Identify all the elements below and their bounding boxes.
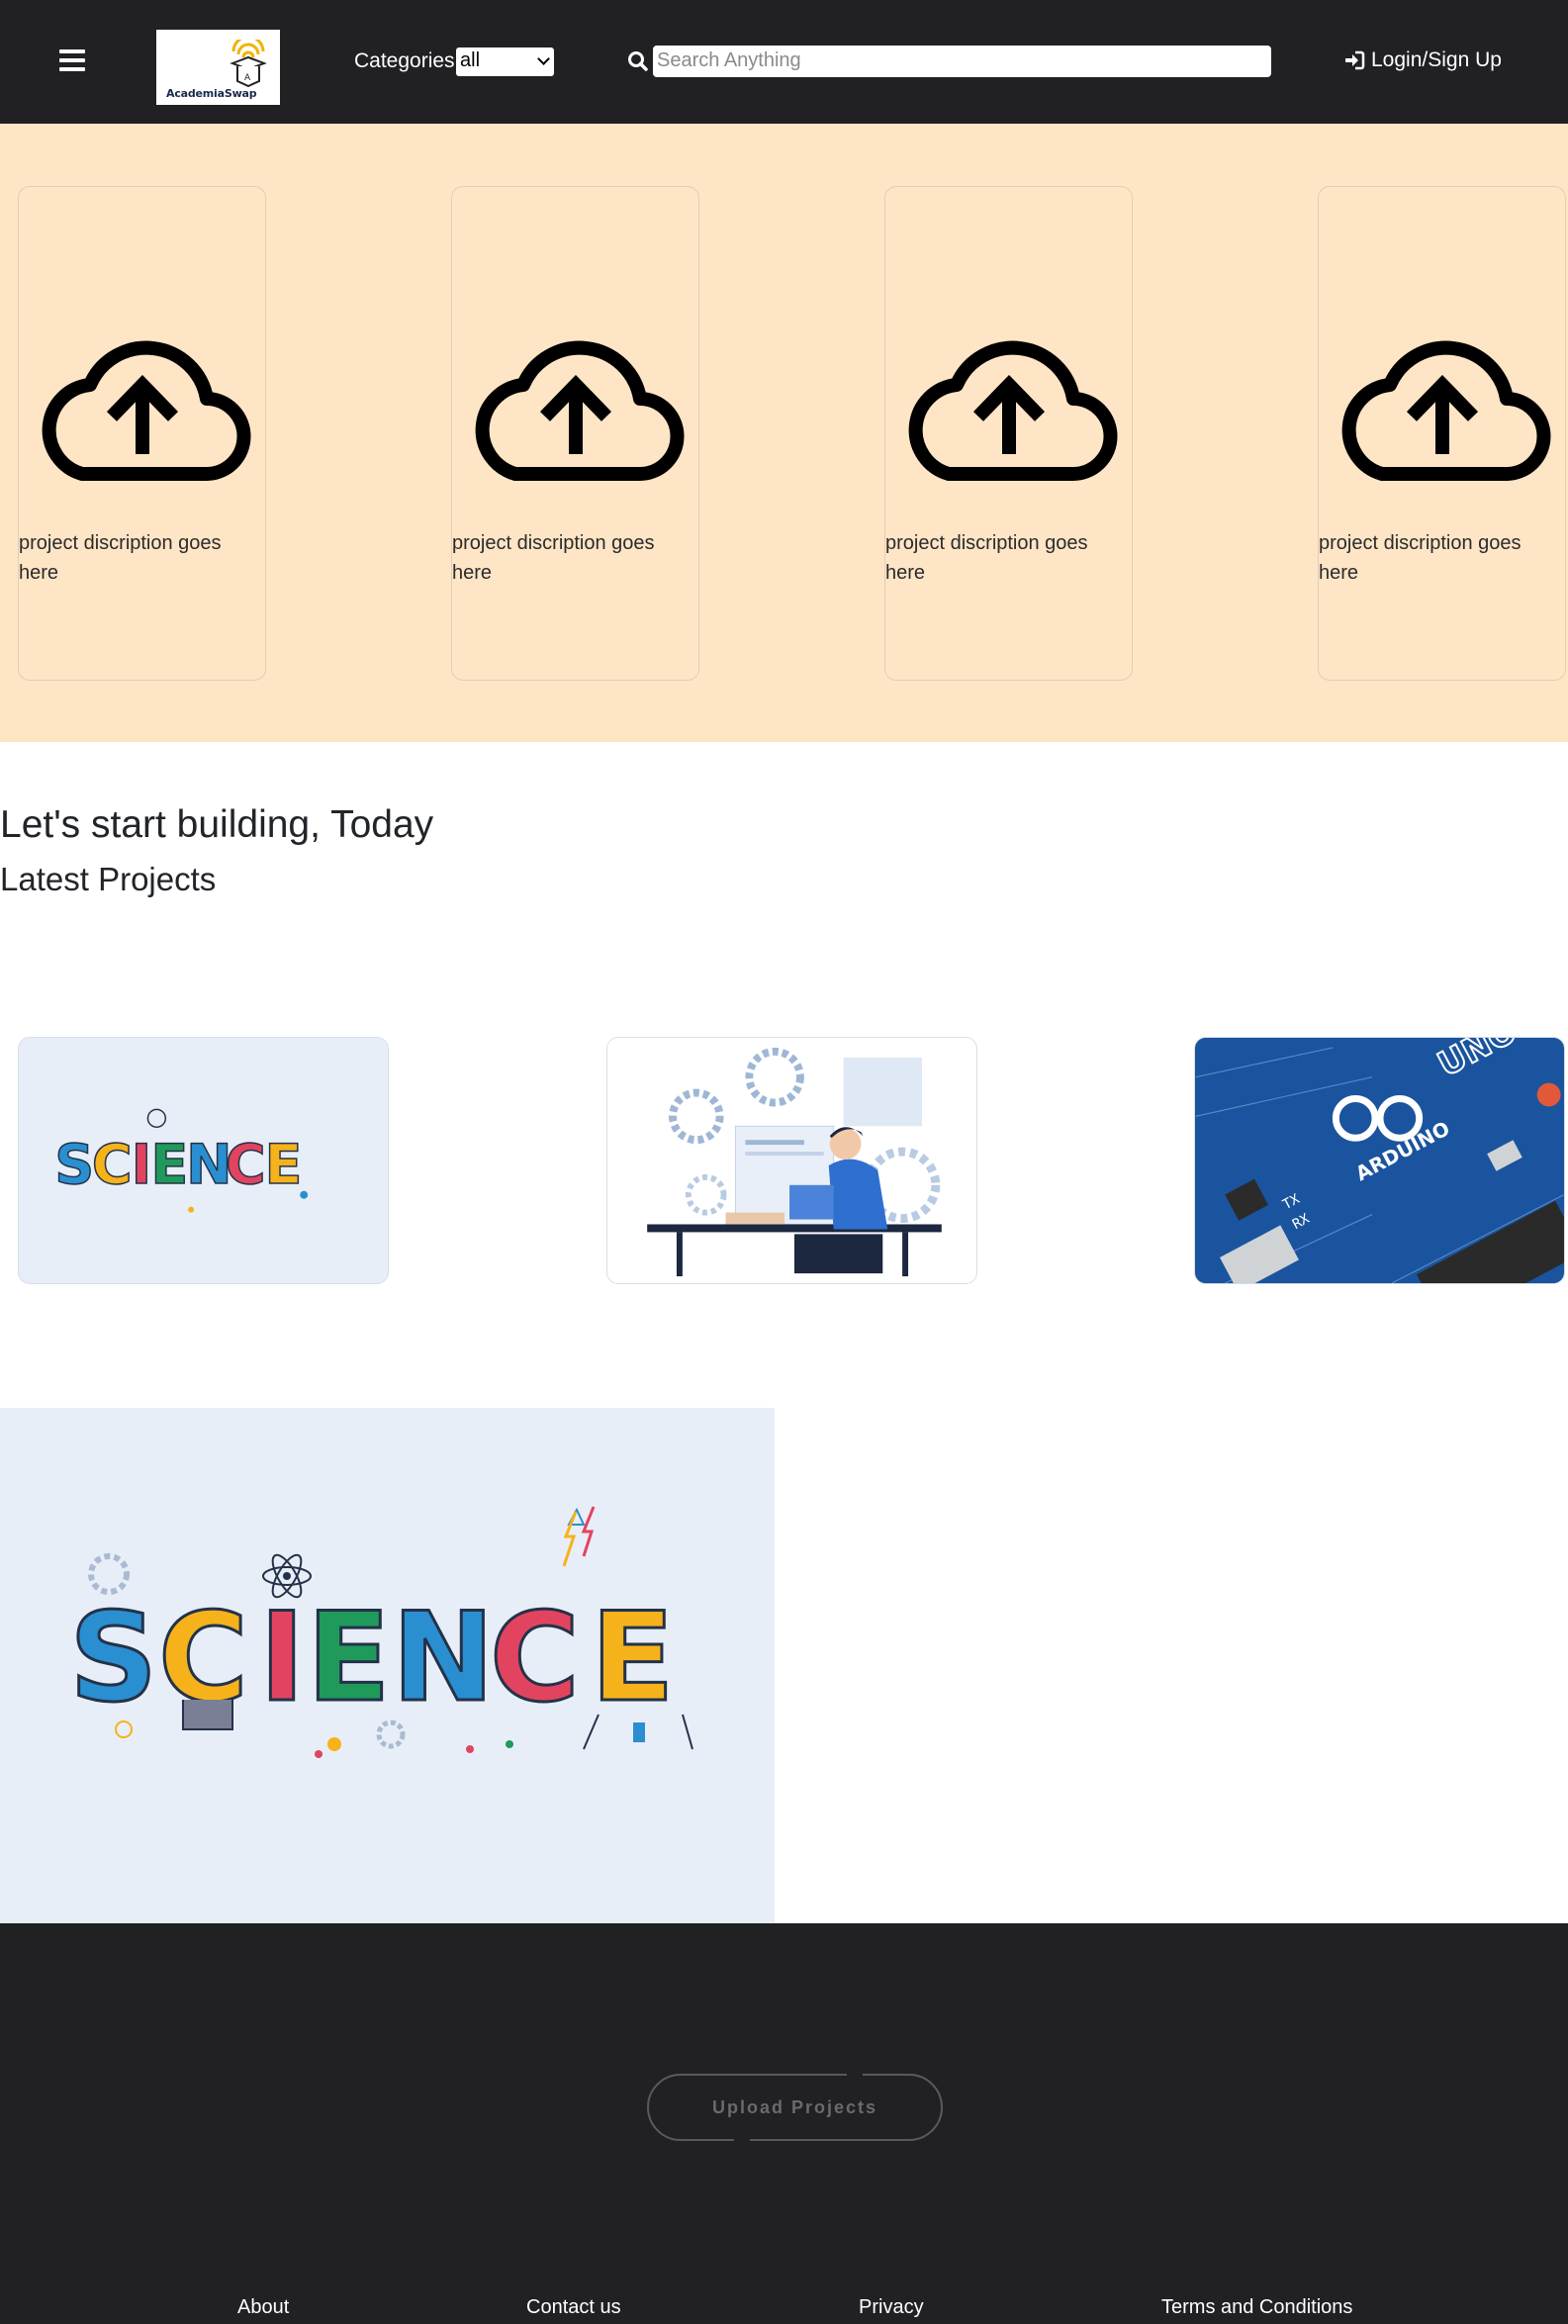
svg-text:C: C [92,1133,133,1197]
categories-select[interactable]: all [456,47,554,76]
project-thumbnail-arduino[interactable]: ARDUINO UNO TX RX [1194,1037,1565,1284]
search-placeholder: Search Anything [657,49,801,71]
latest-projects-heading: Latest Projects [0,861,217,897]
search-icon[interactable] [627,50,649,72]
svg-text:S: S [54,1133,94,1197]
svg-text:E: E [150,1133,188,1197]
footer-link-privacy[interactable]: Privacy [859,2296,924,2319]
cloud-upload-icon [42,340,251,482]
site-footer: Upload Projects About Contact us Privacy… [0,1923,1568,2324]
hero-card-description: project discription goes here [1319,532,1522,584]
svg-text:C: C [226,1133,266,1197]
science-illustration-image: S C I E N C E [0,1408,775,1923]
svg-text:E: E [591,1587,675,1729]
developer-illustration-image [607,1038,976,1283]
cloud-upload-icon [908,340,1118,482]
svg-text:E: E [265,1133,303,1197]
svg-text:A: A [244,73,251,83]
hero-upload-card[interactable]: project discription goes here [1318,186,1566,681]
upload-projects-button[interactable]: Upload Projects [647,2073,943,2142]
project-thumbnail-science[interactable]: S C I E N C E [18,1037,389,1284]
svg-text:S: S [69,1587,157,1729]
arduino-board-image: ARDUINO UNO TX RX [1195,1038,1564,1283]
logo-text: AcademiaSwap [166,87,257,100]
search-input[interactable]: Search Anything [653,46,1271,77]
science-illustration-image: S C I E N C E [19,1038,388,1283]
svg-text:E: E [307,1587,391,1729]
svg-text:N: N [392,1587,495,1729]
top-navbar: A AcademiaSwap Categories all Search Any… [0,0,1568,124]
footer-link-contact[interactable]: Contact us [526,2296,621,2319]
sign-in-icon [1345,50,1365,70]
cloud-upload-icon [1341,340,1551,482]
logo-graduation-icon: A [230,40,267,88]
categories-label: Categories [354,49,455,72]
hero-upload-card[interactable]: project discription goes here [884,186,1133,681]
login-label: Login/Sign Up [1371,48,1502,71]
categories-select-value: all [460,49,481,71]
page-heading: Let's start building, Today [0,803,434,846]
hero-card-description: project discription goes here [452,532,655,584]
hero-section: project discription goes here project di… [0,124,1568,742]
hero-card-description: project discription goes here [885,532,1088,584]
project-thumbnail-developer[interactable] [606,1037,977,1284]
svg-text:C: C [490,1587,580,1729]
hero-card-description: project discription goes here [19,532,222,584]
hero-upload-card[interactable]: project discription goes here [18,186,266,681]
featured-science-image: S C I E N C E [0,1408,775,1923]
footer-link-about[interactable]: About [237,2296,289,2319]
login-signup-button[interactable]: Login/Sign Up [1343,48,1502,72]
hero-upload-card[interactable]: project discription goes here [451,186,699,681]
site-logo[interactable]: A AcademiaSwap [156,30,280,105]
cloud-upload-icon [475,340,685,482]
svg-text:I: I [132,1133,152,1197]
hamburger-menu-icon[interactable] [59,49,85,73]
chevron-down-icon [537,52,550,65]
svg-text:I: I [259,1587,305,1729]
footer-link-terms[interactable]: Terms and Conditions [1161,2296,1352,2319]
